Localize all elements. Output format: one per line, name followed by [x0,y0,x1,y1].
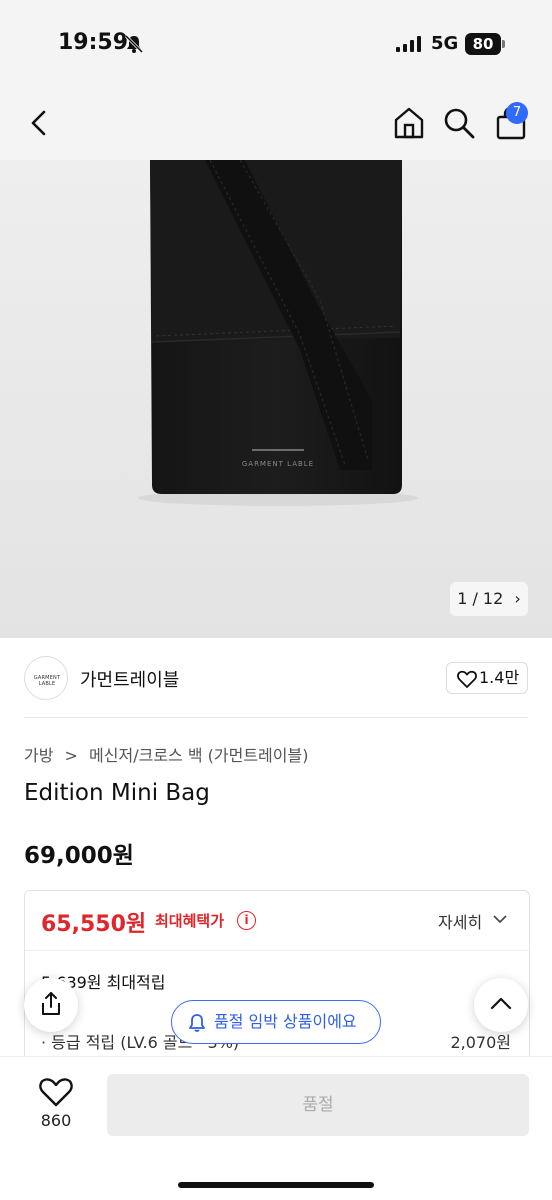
status-time: 19:59 [58,30,129,55]
network-type: 5G [431,33,459,54]
top-navigation: 7 [0,88,552,160]
info-icon[interactable]: i [237,911,256,930]
level-points-amount: 2,070원 [450,1033,511,1052]
brand-logo[interactable]: GARMENT LABLE [24,656,68,700]
chevron-down-icon [493,915,507,924]
search-icon[interactable] [442,106,476,140]
cart-count-badge: 7 [506,102,528,124]
share-icon [42,992,60,1015]
heart-icon[interactable] [38,1077,74,1107]
low-stock-notice: 품절 임박 상품이에요 [171,1000,381,1044]
max-benefit-row[interactable]: 65,550원 최대혜택가 i 자세히 [25,891,529,951]
product-image [138,160,418,506]
low-stock-text: 품절 임박 상품이에요 [214,1012,357,1031]
home-icon[interactable] [392,106,426,140]
brand-name[interactable]: 가먼트레이블 [80,666,179,692]
brand-like-count: 1.4만 [479,668,520,687]
chevron-right-icon: › [514,589,521,608]
breadcrumb-category[interactable]: 가방 [24,746,53,765]
scroll-to-top-button[interactable] [474,978,528,1032]
image-counter-text: 1 / 12 [457,589,504,608]
back-arrow-icon[interactable] [24,106,54,140]
detail-link[interactable]: 자세히 [438,909,482,933]
sold-out-button[interactable]: 품절 [107,1074,529,1136]
bell-icon [189,1014,205,1032]
product-price: 69,000원 [24,843,134,869]
discount-price: 65,550원 [41,912,147,937]
battery-indicator: 80 [465,33,501,55]
brand-logo-text: GARMENT LABLE [33,675,61,687]
brand-row: GARMENT LABLE 가먼트레이블 1.4만 [0,638,552,718]
share-button[interactable] [24,978,78,1032]
battery-cap [502,40,505,48]
home-indicator [178,1182,374,1188]
breadcrumb: 가방 > 메신저/크로스 백 (가먼트레이블) [24,742,308,766]
max-benefit-label: 최대혜택가 [155,912,225,930]
product-title: Edition Mini Bag [24,780,210,806]
image-counter[interactable]: 1 / 12 › [450,582,528,616]
brand-like-button[interactable]: 1.4만 [446,662,528,694]
silent-bell-icon [124,34,144,54]
chevron-up-icon [490,997,512,1010]
product-brand-mark: GARMENT LABLE [241,460,315,468]
section-divider [24,717,528,718]
chevron-right-icon: > [64,746,78,765]
bottom-action-bar: 860 품절 [0,1056,552,1200]
product-image-gallery[interactable]: GARMENT LABLE 1 / 12 › [0,160,552,638]
heart-icon [457,670,477,688]
status-bar: 19:59 5G 80 [0,0,552,88]
breadcrumb-subcategory[interactable]: 메신저/크로스 백 (가먼트레이블) [89,746,308,765]
wish-count: 860 [40,1111,72,1130]
signal-icon [396,36,421,52]
